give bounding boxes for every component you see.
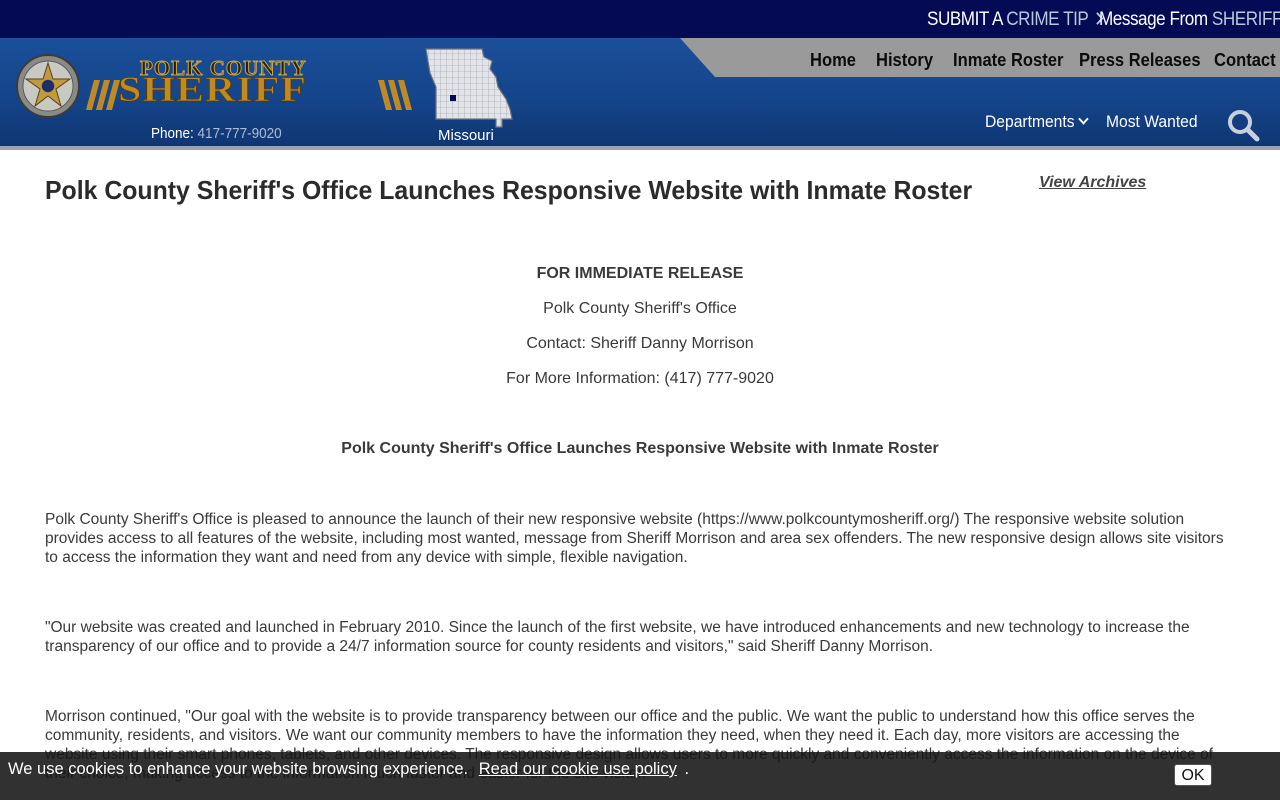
crime-tip-highlight: CRIME TIP [1006, 9, 1089, 30]
release-subheading: Polk County Sheriff's Office Launches Re… [341, 440, 939, 457]
crime-tip-prefix: SUBMIT A [927, 9, 1002, 30]
cookie-message: We use cookies to enhance your website b… [8, 760, 469, 778]
release-more-info: For More Information: (417) 777-9020 [506, 370, 774, 387]
release-contact: Contact: Sheriff Danny Morrison [526, 335, 754, 352]
article-paragraph: "Our website was created and launched in… [45, 619, 1190, 655]
header-divider [0, 146, 1280, 150]
nav-departments-label: Departments [985, 112, 1075, 131]
phone-number[interactable]: 417-777-9020 [198, 125, 282, 142]
nav-most-wanted[interactable]: Most Wanted [1106, 112, 1198, 132]
cookie-policy-link[interactable]: Read our cookie use policy [479, 760, 677, 778]
nav-history[interactable]: History [876, 38, 933, 77]
nav-contact[interactable]: Contact [1214, 38, 1276, 77]
submit-crime-tip-link[interactable]: SUBMIT A CRIME TIP [927, 0, 1104, 38]
nav-departments-dropdown[interactable]: Departments [985, 112, 1089, 132]
release-office: Polk County Sheriff's Office [543, 300, 737, 317]
nav-home[interactable]: Home [810, 38, 856, 77]
search-icon[interactable] [1226, 108, 1260, 142]
logo-stripes-left [86, 80, 120, 110]
cookie-ok-button[interactable]: OK [1174, 764, 1212, 786]
sheriff-msg-prefix: Message From [1099, 9, 1208, 30]
logo-sheriff-text[interactable]: SHERIFF [117, 72, 307, 109]
message-from-sheriff-link[interactable]: Message From SHERIFF [1099, 0, 1280, 38]
sheriff-badge-icon[interactable] [16, 54, 80, 118]
cookie-period: . [684, 760, 690, 778]
sheriff-msg-highlight: SHERIFF [1211, 9, 1280, 30]
chevron-down-icon [1078, 113, 1089, 125]
view-archives-link[interactable]: View Archives [1039, 174, 1146, 192]
logo-stripes-right [378, 80, 412, 110]
release-label: FOR IMMEDIATE RELEASE [536, 265, 744, 282]
map-state-label: Missouri [438, 127, 494, 144]
article-paragraph: Polk County Sheriff's Office is pleased … [45, 511, 1224, 566]
nav-inmate-roster[interactable]: Inmate Roster [953, 38, 1063, 77]
nav-press-releases[interactable]: Press Releases [1079, 38, 1201, 77]
cookie-message-container: We use cookies to enhance your website b… [8, 760, 689, 779]
header-phone: Phone: 417-777-9020 [151, 125, 282, 142]
phone-label: Phone: [151, 125, 194, 142]
page-title: Polk County Sheriff's Office Launches Re… [45, 175, 973, 205]
missouri-map-icon [425, 48, 513, 128]
